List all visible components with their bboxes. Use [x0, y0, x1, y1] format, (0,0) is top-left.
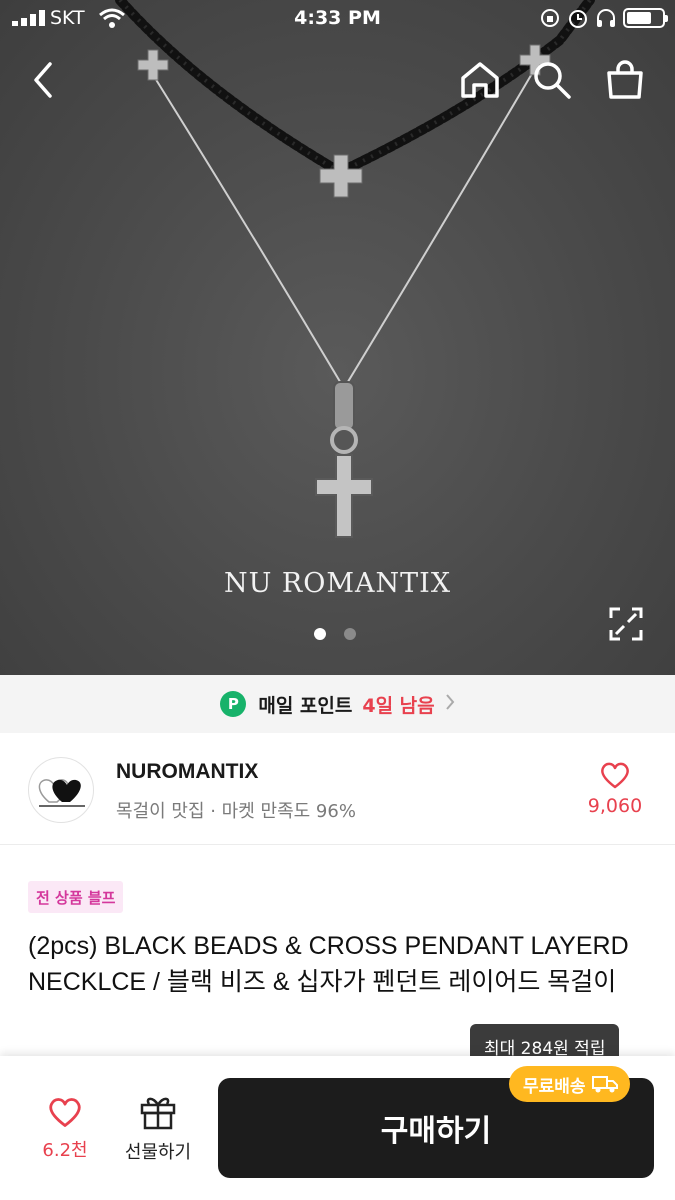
search-button[interactable]	[527, 55, 577, 105]
like-button[interactable]: 6.2천	[30, 1096, 100, 1162]
promo-tag: 전 상품 블프	[28, 881, 124, 913]
brand-watermark: NU ROMANTIX	[223, 568, 452, 599]
free-shipping-badge: 무료배송	[509, 1066, 630, 1102]
rotation-lock-icon	[541, 9, 559, 27]
status-bar: SKT 4:33 PM	[0, 0, 675, 38]
home-icon	[461, 62, 499, 98]
gift-button[interactable]: 선물하기	[112, 1094, 204, 1164]
chevron-left-icon	[34, 62, 52, 98]
product-image-carousel[interactable]: NU ROMANTIX SKT 4:33 PM	[0, 0, 675, 675]
headphones-icon	[597, 9, 615, 27]
truck-icon	[591, 1076, 618, 1093]
shop-like-button[interactable]: 9,060	[585, 761, 645, 817]
expand-icon[interactable]	[608, 606, 644, 642]
shop-like-count: 9,060	[587, 795, 643, 817]
shop-info-row[interactable]: NUROMANTIX 목걸이 맛집 · 마켓 만족도 96% 9,060	[0, 733, 675, 845]
like-count: 6.2천	[42, 1140, 88, 1161]
back-button[interactable]	[18, 55, 68, 105]
gift-icon	[140, 1097, 176, 1130]
points-icon: P	[220, 691, 247, 717]
chevron-right-icon	[445, 693, 455, 716]
daily-points-banner[interactable]: P 매일 포인트 4일 남음	[0, 675, 675, 733]
status-icons	[539, 7, 668, 29]
home-button[interactable]	[455, 55, 505, 105]
carousel-indicator	[314, 628, 356, 640]
cart-button[interactable]	[600, 55, 650, 105]
heart-icon	[49, 1098, 81, 1127]
points-label: 매일 포인트	[258, 694, 353, 717]
shop-meta: 목걸이 맛집 · 마켓 만족도 96%	[116, 801, 356, 822]
battery-icon	[623, 8, 668, 28]
carousel-dot-1[interactable]	[314, 628, 326, 640]
search-icon	[534, 62, 571, 99]
free-shipping-label: 무료배송	[523, 1076, 586, 1097]
purchase-bar: 6.2천 선물하기 구매하기 무료배송	[0, 1056, 675, 1200]
shop-logo[interactable]	[28, 757, 94, 823]
gift-label: 선물하기	[124, 1142, 192, 1163]
product-title: (2pcs) BLACK BEADS & CROSS PENDANT LAYER…	[28, 932, 629, 996]
carousel-dot-2[interactable]	[344, 628, 356, 640]
shop-name[interactable]: NUROMANTIX	[116, 760, 258, 784]
shopping-bag-icon	[607, 60, 643, 99]
heart-icon	[601, 762, 629, 789]
alarm-icon	[569, 10, 587, 28]
points-remaining: 4일 남음	[362, 694, 435, 717]
